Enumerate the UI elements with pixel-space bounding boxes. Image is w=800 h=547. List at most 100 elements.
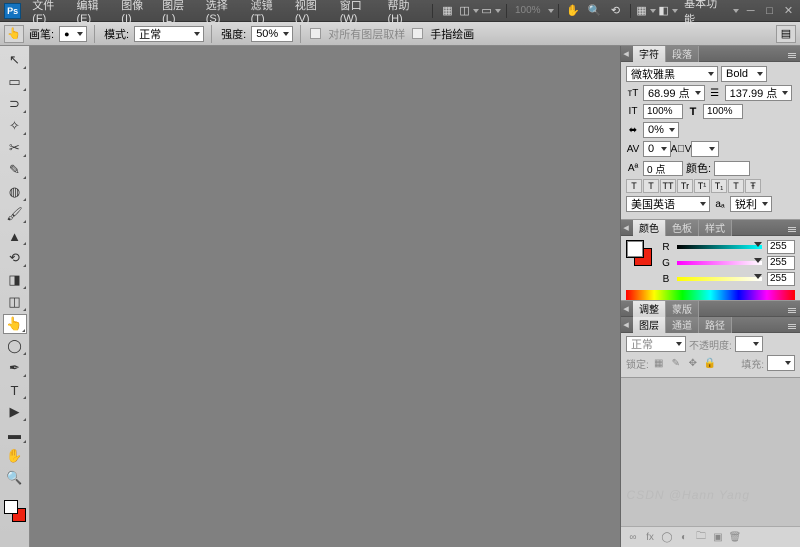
collapse-icon[interactable]: ◂ <box>621 318 631 331</box>
hand-tool-icon[interactable]: ✋ <box>566 3 581 19</box>
pen-tool[interactable]: ✒ <box>3 358 27 378</box>
path-select-tool[interactable]: ▶ <box>3 402 27 422</box>
lock-move-icon[interactable]: ✥ <box>686 356 700 370</box>
lock-all-icon[interactable]: 🔒 <box>703 356 717 370</box>
finger-paint-checkbox[interactable] <box>412 28 423 39</box>
blend-mode-select[interactable]: 正常 <box>134 26 204 42</box>
opacity-input[interactable] <box>735 336 763 352</box>
baseline-input[interactable]: 0 点 <box>643 161 683 176</box>
canvas-area[interactable] <box>30 46 620 547</box>
minimize-button[interactable]: ─ <box>743 5 758 17</box>
lock-paint-icon[interactable]: ✎ <box>669 356 683 370</box>
layer-blend-select[interactable]: 正常 <box>626 336 686 352</box>
group-icon[interactable]: 🗀 <box>694 530 708 544</box>
tab-character[interactable]: 字符 <box>633 46 666 62</box>
tab-paths[interactable]: 路径 <box>699 317 732 333</box>
menu-window[interactable]: 窗口(W) <box>335 0 383 25</box>
menu-view[interactable]: 视图(V) <box>290 0 335 25</box>
tab-channels[interactable]: 通道 <box>666 317 699 333</box>
tracking-input[interactable]: 0% <box>643 122 679 138</box>
smudge-tool[interactable]: 👆 <box>3 314 27 334</box>
all-caps[interactable]: TT <box>660 179 676 193</box>
crop-tool[interactable]: ✂ <box>3 138 27 158</box>
g-slider[interactable] <box>677 258 762 268</box>
faux-bold[interactable]: T <box>626 179 642 193</box>
wand-tool[interactable]: ✧ <box>3 116 27 136</box>
shape-tool[interactable]: ▬ <box>3 424 27 444</box>
font-style-select[interactable]: Bold <box>721 66 767 82</box>
faux-italic[interactable]: T <box>643 179 659 193</box>
fill-input[interactable] <box>767 355 795 371</box>
collapse-icon[interactable]: ◂ <box>621 47 631 60</box>
brush-tool[interactable]: 🖌 <box>3 204 27 224</box>
panel-menu-icon[interactable]: ▤ <box>776 25 796 43</box>
link-layers-icon[interactable]: ∞ <box>626 530 640 544</box>
heal-tool[interactable]: ◍ <box>3 182 27 202</box>
text-color-swatch[interactable] <box>714 161 750 176</box>
menu-file[interactable]: 文件(F) <box>27 0 71 25</box>
subscript[interactable]: T₁ <box>711 179 727 193</box>
hand-tool[interactable]: ✋ <box>3 446 27 466</box>
menu-help[interactable]: 帮助(H) <box>382 0 427 25</box>
adjustment-layer-icon[interactable]: ◐ <box>677 530 691 544</box>
close-button[interactable]: ✕ <box>781 5 796 17</box>
fg-color[interactable] <box>626 240 644 258</box>
move-tool[interactable]: ↖ <box>3 50 27 70</box>
new-layer-icon[interactable]: ▣ <box>711 530 725 544</box>
g-value[interactable]: 255 <box>767 256 795 270</box>
vscale-input[interactable]: 100% <box>643 104 683 119</box>
extras-icon[interactable]: ▦ <box>638 3 654 19</box>
panel-menu-icon[interactable] <box>786 324 798 325</box>
foreground-swatch[interactable] <box>4 500 18 514</box>
marquee-tool[interactable]: ▭ <box>3 72 27 92</box>
menu-filter[interactable]: 滤镜(T) <box>246 0 290 25</box>
color-spectrum[interactable] <box>626 290 795 300</box>
sample-all-checkbox[interactable] <box>310 28 321 39</box>
kerning-input[interactable]: 0 <box>643 141 671 157</box>
leading-input[interactable]: 137.99 点 <box>725 85 793 101</box>
workspace-switcher[interactable]: 基本功能 <box>679 0 730 27</box>
small-caps[interactable]: Tr <box>677 179 693 193</box>
menu-layer[interactable]: 图层(L) <box>157 0 201 25</box>
panel-menu-icon[interactable] <box>786 308 798 309</box>
tab-paragraph[interactable]: 段落 <box>666 46 699 62</box>
dodge-tool[interactable]: ◯ <box>3 336 27 356</box>
b-value[interactable]: 255 <box>767 272 795 286</box>
lock-pixels-icon[interactable]: ▦ <box>652 356 666 370</box>
layers-list[interactable] <box>621 378 800 526</box>
menu-edit[interactable]: 编辑(E) <box>71 0 116 25</box>
gradient-tool[interactable]: ◫ <box>3 292 27 312</box>
font-size-input[interactable]: 68.99 点 <box>643 85 705 101</box>
tab-layers[interactable]: 图层 <box>633 317 666 333</box>
r-slider[interactable] <box>677 242 762 252</box>
underline[interactable]: T <box>728 179 744 193</box>
zoom-tool-icon[interactable]: 🔍 <box>587 3 602 19</box>
layer-fx-icon[interactable]: fx <box>643 530 657 544</box>
lasso-tool[interactable]: ⊃ <box>3 94 27 114</box>
brush-preset-picker[interactable]: ● <box>59 26 87 42</box>
menu-image[interactable]: 图像(I) <box>116 0 157 25</box>
r-value[interactable]: 255 <box>767 240 795 254</box>
font-family-select[interactable]: 微软雅黑 <box>626 66 718 82</box>
zoom-tool[interactable]: 🔍 <box>3 468 27 488</box>
guides-icon[interactable]: ◧ <box>660 3 676 19</box>
language-select[interactable]: 美国英语 <box>626 196 710 212</box>
color-picker-swatches[interactable] <box>626 240 652 266</box>
tab-color[interactable]: 颜色 <box>633 220 666 236</box>
layer-mask-icon[interactable]: ◯ <box>660 530 674 544</box>
strength-input[interactable]: 50% <box>251 26 293 42</box>
rotate-view-icon[interactable]: ⟲ <box>608 3 623 19</box>
b-slider[interactable] <box>677 274 762 284</box>
strikethrough[interactable]: Ŧ <box>745 179 761 193</box>
tool-preset-icon[interactable]: 👆 <box>4 25 24 43</box>
tab-adjust[interactable]: 调整 <box>633 301 666 317</box>
eraser-tool[interactable]: ◨ <box>3 270 27 290</box>
maximize-button[interactable]: □ <box>762 5 777 17</box>
tab-swatches[interactable]: 色板 <box>666 220 699 236</box>
trash-icon[interactable]: 🗑 <box>728 530 742 544</box>
collapse-icon[interactable]: ◂ <box>621 302 631 315</box>
arrange-icon[interactable]: ◫ <box>461 3 477 19</box>
antialias-select[interactable]: 锐利 <box>730 196 772 212</box>
history-brush-tool[interactable]: ⟲ <box>3 248 27 268</box>
superscript[interactable]: T¹ <box>694 179 710 193</box>
